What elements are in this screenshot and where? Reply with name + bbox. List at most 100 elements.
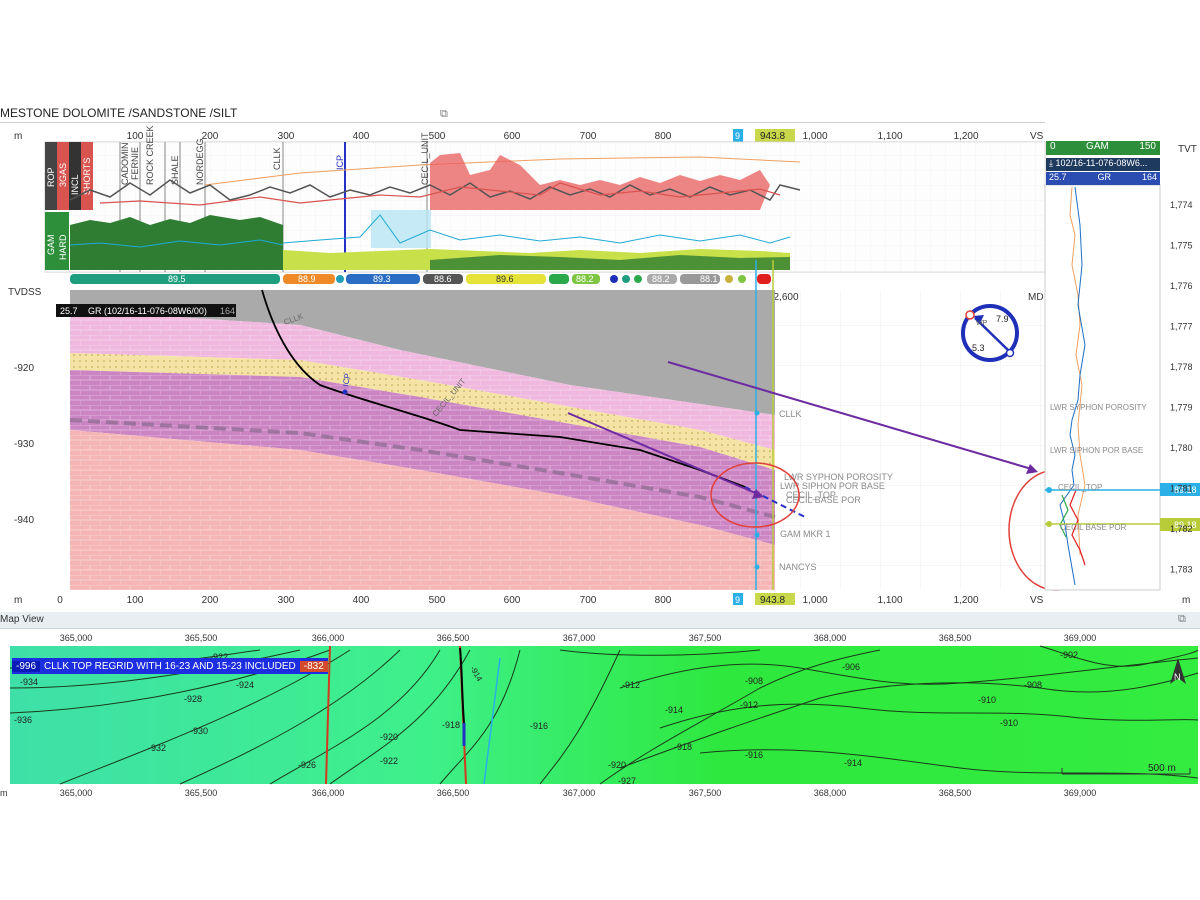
- md-tick-label: 800: [655, 131, 672, 142]
- svg-text:ROCK CREEK: ROCK CREEK: [145, 125, 155, 185]
- well-name-badge[interactable]: ⤓ 102/16-11-076-08W6...: [1046, 158, 1160, 171]
- svg-text:-910: -910: [1000, 718, 1018, 728]
- md-tick-label: 700: [580, 131, 597, 142]
- svg-text:m: m: [14, 595, 22, 605]
- svg-text:-936: -936: [14, 715, 32, 725]
- map-x-tick-label: 365,000: [60, 633, 93, 643]
- md-tick-label: 1,100: [877, 131, 902, 142]
- svg-text:-928: -928: [184, 694, 202, 704]
- cursor-value: 943.8: [760, 131, 785, 142]
- md-axis-top: m 100 200 300 400 500 600 700 800 1,000 1,100 1,20…: [14, 131, 1044, 142]
- map-x-bottom-tick-label: 369,000: [1064, 788, 1097, 798]
- tvt-tick-label: 1,778: [1170, 362, 1193, 372]
- tvt-tick-label: 1,776: [1170, 281, 1193, 291]
- svg-text:-916: -916: [745, 750, 763, 760]
- map-x-bottom-tick-label: 367,000: [563, 788, 596, 798]
- map-restore-icon[interactable]: ⧉: [1178, 613, 1186, 626]
- restore-icon[interactable]: ⧉: [440, 108, 448, 121]
- map-x-bottom-tick-label: 365,500: [185, 788, 218, 798]
- map-x-bottom-tick-label: 367,500: [689, 788, 722, 798]
- svg-text:GR (102/16-11-076-08W6/00): GR (102/16-11-076-08W6/00): [88, 306, 207, 316]
- map-canvas[interactable]: 365,000 365,500 366,000 366,500 367,000 367,5…: [0, 628, 1200, 798]
- svg-text:VS: VS: [1030, 595, 1044, 605]
- cursor-left-value: 9: [735, 131, 740, 141]
- tvt-tick-label: 1,782: [1170, 524, 1193, 534]
- map-legend[interactable]: -996 CLLK TOP REGRID WITH 16-23 AND 15-2…: [12, 658, 328, 674]
- map-x-tick-label: 367,500: [689, 633, 722, 643]
- svg-text:CLLK: CLLK: [779, 409, 802, 419]
- map-x-tick-label: 369,000: [1064, 633, 1097, 643]
- map-x-bottom-tick-label: 366,500: [437, 788, 470, 798]
- svg-text:-906: -906: [842, 662, 860, 672]
- md-bottom-tick-label: 400: [353, 595, 370, 605]
- svg-text:GAM: GAM: [46, 234, 56, 255]
- md-axis-bottom: m 0 100 200 300 400 500 600 700 800 1,000 1,100 1,2…: [14, 595, 1044, 605]
- svg-text:NORDEGG: NORDEGG: [195, 138, 205, 185]
- svg-text:LWR SIPHON POR BASE: LWR SIPHON POR BASE: [1050, 446, 1143, 455]
- svg-text:89.5: 89.5: [168, 274, 186, 284]
- gr-scale-badge[interactable]: 25.7 GR 164: [1046, 172, 1160, 185]
- svg-text:HARD: HARD: [58, 234, 68, 260]
- md-bottom-tick-label: 300: [278, 595, 295, 605]
- map-view-title: Map View: [0, 614, 44, 625]
- svg-text:500 m: 500 m: [1148, 763, 1176, 774]
- svg-text:-908: -908: [1024, 680, 1042, 690]
- axis-unit: m: [14, 131, 22, 142]
- svg-text:-910: -910: [978, 695, 996, 705]
- md-bottom-tick-label: 1,000: [802, 595, 827, 605]
- svg-text:-912: -912: [740, 700, 758, 710]
- svg-text:-916: -916: [530, 721, 548, 731]
- svg-text:-920: -920: [608, 760, 626, 770]
- svg-text:-920: -920: [380, 732, 398, 742]
- depth-axis: -920 -930 -940: [14, 363, 34, 526]
- svg-text:88.2: 88.2: [576, 274, 594, 284]
- svg-text:164: 164: [220, 306, 235, 316]
- md-bottom-tick-label: 600: [504, 595, 521, 605]
- svg-text:NANCYS: NANCYS: [779, 562, 817, 572]
- map-view-header: Map View ⧉: [0, 612, 1200, 629]
- svg-text:88.6: 88.6: [434, 274, 452, 284]
- md-bottom-tick-label: 700: [580, 595, 597, 605]
- svg-text:CECIL BASE POR: CECIL BASE POR: [1060, 523, 1127, 532]
- svg-text:25.7: 25.7: [60, 306, 78, 316]
- gam-scale-header[interactable]: 0 GAM 150: [1046, 141, 1160, 155]
- map-unit: m: [0, 788, 8, 798]
- svg-text:-914: -914: [665, 705, 683, 715]
- svg-text:N: N: [1174, 672, 1181, 682]
- svg-text:INCL: INCL: [70, 174, 80, 195]
- map-x-tick-label: 368,000: [814, 633, 847, 643]
- svg-text:-940: -940: [14, 515, 34, 526]
- md-tick-label: 1,000: [802, 131, 827, 142]
- md-tick-label: 1,200: [953, 131, 978, 142]
- map-x-tick-label: 366,500: [437, 633, 470, 643]
- svg-text:CADOMIN: CADOMIN: [120, 143, 130, 186]
- compass-widget[interactable]: WP 7.9 5.3: [961, 304, 1019, 362]
- md-bottom-tick-label: 100: [127, 595, 144, 605]
- svg-text:CECIL_TOP: CECIL_TOP: [1058, 483, 1102, 492]
- md-tick-label: 500: [429, 131, 446, 142]
- svg-text:7.9: 7.9: [996, 314, 1009, 324]
- zone-bar[interactable]: 89.5 88.9 89.3 88.6 89.6 88.2 88.2 88.1: [70, 274, 771, 284]
- svg-text:FERNIE: FERNIE: [130, 147, 140, 180]
- window-title: MESTONE DOLOMITE /SANDSTONE /SILT: [0, 106, 238, 120]
- svg-text:-908: -908: [745, 676, 763, 686]
- svg-text:-918: -918: [442, 720, 460, 730]
- section-canvas[interactable]: m 100 200 300 400 500 600 700 800 1,000 1,100 1,20…: [0, 125, 1200, 605]
- svg-text:m: m: [1182, 595, 1190, 605]
- md-bottom-tick-label: 1,200: [953, 595, 978, 605]
- svg-text:-918: -918: [674, 742, 692, 752]
- tvt-tick-label: 1,774: [1170, 200, 1193, 210]
- svg-text:5.3: 5.3: [972, 343, 985, 353]
- svg-text:-934: -934: [20, 677, 38, 687]
- divider: [0, 122, 1045, 123]
- md-tick-label: 300: [278, 131, 295, 142]
- svg-text:-920: -920: [14, 363, 34, 374]
- md-bottom-tick-label: 500: [429, 595, 446, 605]
- map-x-bottom-tick-label: 365,000: [60, 788, 93, 798]
- svg-text:-914: -914: [844, 758, 862, 768]
- svg-text:-930: -930: [14, 439, 34, 450]
- svg-text:943.8: 943.8: [760, 595, 785, 605]
- vs-label: VS: [1030, 131, 1044, 142]
- svg-text:88.9: 88.9: [298, 274, 316, 284]
- svg-text:88.2: 88.2: [652, 274, 670, 284]
